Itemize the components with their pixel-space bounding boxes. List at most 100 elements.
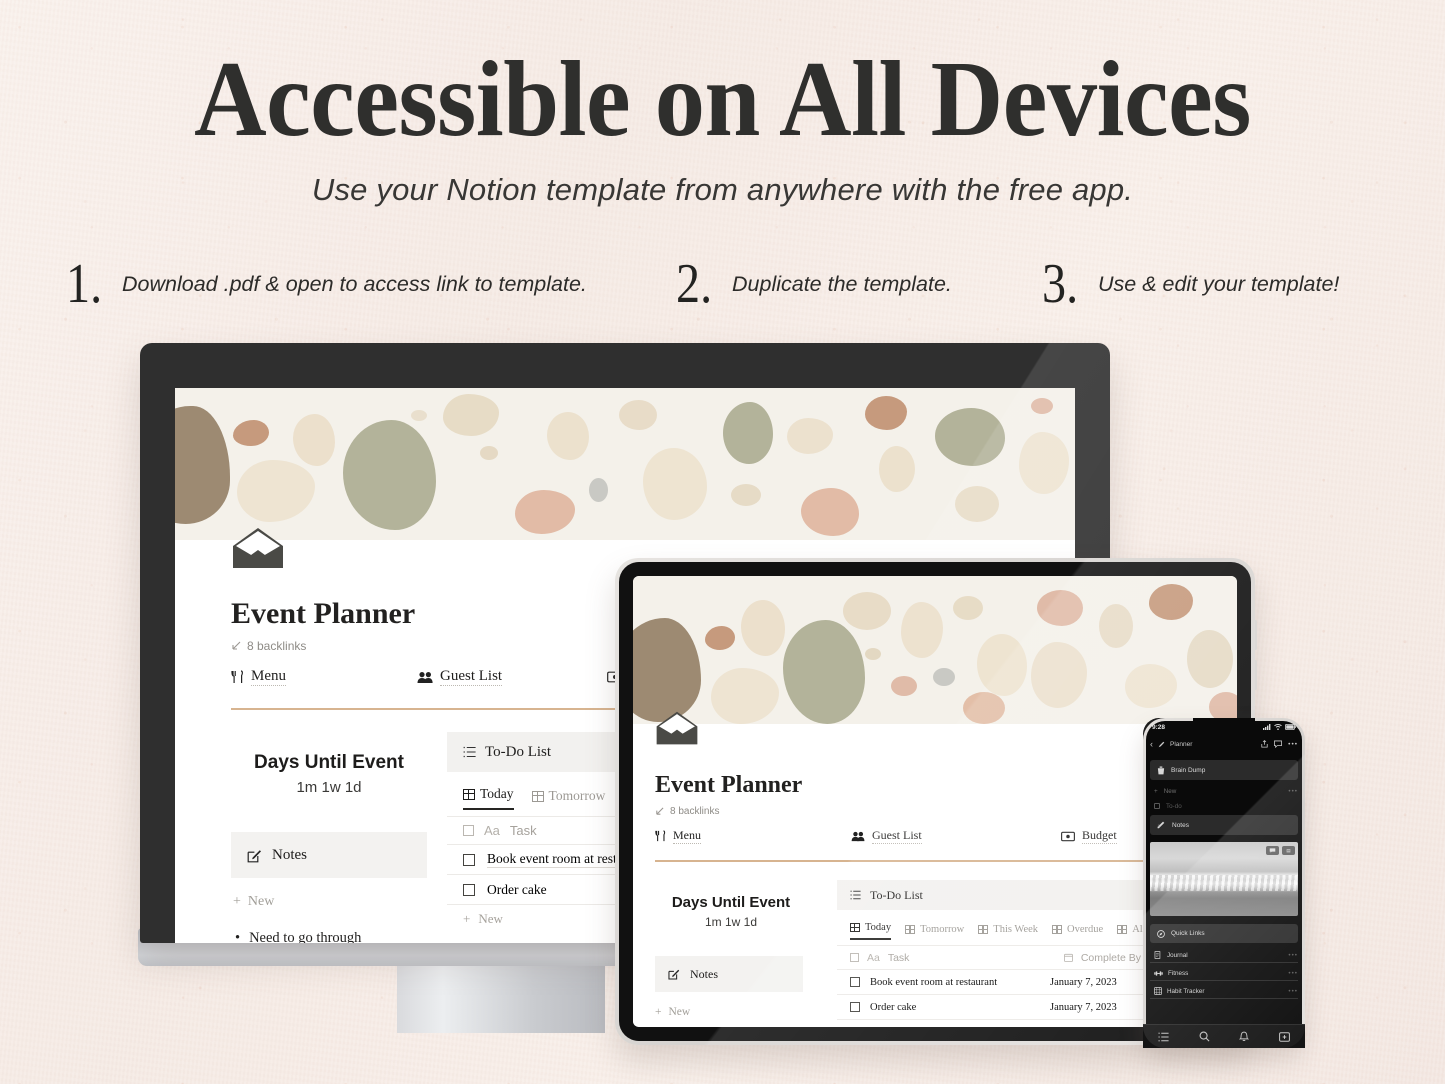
pencil-note-icon <box>1157 821 1165 829</box>
chevron-left-icon[interactable]: ‹ <box>1150 739 1153 749</box>
step-3-text: Use & edit your template! <box>1098 271 1340 296</box>
backlink-arrow-icon <box>232 641 241 650</box>
more-icon[interactable]: ••• <box>1288 970 1298 977</box>
phone-screen: 9:28 ‹ Planner ••• Brain Dump + New ••• … <box>1143 718 1305 1048</box>
compass-icon <box>1157 929 1165 938</box>
tablet-date-1: January 7, 2023 <box>1050 976 1117 988</box>
tablet-nav-guest-list[interactable]: Guest List <box>851 828 1061 844</box>
desktop-new-button[interactable]: + New <box>233 894 274 910</box>
grid-icon <box>978 925 989 934</box>
desktop-notes-label: Notes <box>272 846 307 863</box>
trash-icon <box>1157 766 1165 774</box>
tablet-todo-new-label: New <box>863 1026 883 1028</box>
phone-todo-row[interactable]: To-do <box>1150 800 1298 812</box>
ocean-waves-photo[interactable]: ▤ <box>1150 842 1298 916</box>
tablet-task-2: Order cake <box>870 1001 917 1013</box>
desktop-column-task: Task <box>509 823 537 838</box>
tablet-tab-tomorrow-label: Tomorrow <box>920 924 965 935</box>
phone-link-habit-tracker[interactable]: Habit Tracker ••• <box>1150 984 1298 999</box>
tablet-days-value: 1m 1w 1d <box>704 915 758 929</box>
cutlery-icon <box>655 830 666 842</box>
grid-icon <box>1117 925 1128 934</box>
comment-icon[interactable] <box>1274 740 1283 748</box>
desktop-tab-today[interactable]: Today <box>463 786 514 810</box>
checkbox-icon[interactable] <box>1154 803 1160 809</box>
plus-icon: + <box>233 894 241 909</box>
tablet-tab-all[interactable]: All <box>1117 924 1146 940</box>
search-icon[interactable] <box>1199 1031 1210 1042</box>
tablet-nav-guest-list-label: Guest List <box>872 828 922 844</box>
step-2-number: 2. <box>676 253 713 315</box>
people-icon <box>417 671 433 683</box>
phone-block-brain-dump[interactable]: Brain Dump <box>1150 760 1298 780</box>
grid-icon <box>1052 925 1063 934</box>
row-checkbox[interactable] <box>850 1002 860 1012</box>
phone-block-notes[interactable]: Notes <box>1150 815 1298 835</box>
phone-quick-links-label: Quick Links <box>1171 930 1205 937</box>
desktop-notes-block[interactable]: Notes <box>231 832 427 878</box>
budget-icon <box>1061 831 1075 841</box>
list-icon <box>463 746 476 758</box>
tablet-notes-label: Notes <box>690 966 718 981</box>
desktop-nav-guest-list[interactable]: Guest List <box>417 668 607 686</box>
photo-comment-button[interactable] <box>1266 846 1279 855</box>
plus-icon: + <box>655 1006 662 1018</box>
tablet-nav-menu-label: Menu <box>673 828 701 844</box>
phone-link-fitness[interactable]: Fitness ••• <box>1150 966 1298 981</box>
tablet-backlinks: 8 backlinks <box>655 806 719 817</box>
battery-icon <box>1285 724 1296 730</box>
phone-journal-label: Journal <box>1167 951 1188 959</box>
share-icon[interactable] <box>1261 740 1268 748</box>
step-1-number: 1. <box>66 253 103 315</box>
tablet-tab-today[interactable]: Today <box>850 922 892 940</box>
tablet-new-button[interactable]: + New <box>655 1006 690 1018</box>
desktop-backlinks: 8 backlinks <box>231 639 306 653</box>
bell-icon[interactable] <box>1239 1031 1250 1042</box>
tablet-volume-button[interactable] <box>1254 620 1257 650</box>
phone-new-row-1[interactable]: + New ••• <box>1150 785 1298 797</box>
backlink-arrow-icon <box>656 807 664 815</box>
tablet-tab-this-week[interactable]: This Week <box>978 924 1038 940</box>
tablet-notes-block[interactable]: Notes <box>655 956 803 992</box>
step-2-text: Duplicate the template. <box>732 271 952 296</box>
phone-todo-label: To-do <box>1166 802 1182 810</box>
more-icon[interactable]: ••• <box>1288 988 1298 995</box>
comment-icon <box>1269 848 1276 853</box>
new-page-icon[interactable] <box>1279 1031 1291 1042</box>
phone-new-label-1: New <box>1163 787 1177 795</box>
phone-fitness-label: Fitness <box>1168 969 1189 977</box>
grid-icon <box>905 925 916 934</box>
status-time: 9:28 <box>1152 723 1166 731</box>
phone-block-quick-links[interactable]: Quick Links <box>1150 924 1298 943</box>
desktop-nav-menu[interactable]: Menu <box>231 668 417 686</box>
row-checkbox[interactable] <box>850 977 860 987</box>
photo-count-button[interactable]: ▤ <box>1282 846 1295 855</box>
list-icon[interactable] <box>1158 1032 1169 1041</box>
cutlery-icon <box>231 670 243 683</box>
pencil-square-icon <box>247 849 261 862</box>
signal-icon <box>1263 724 1271 730</box>
tablet-nav-budget-label: Budget <box>1082 828 1117 844</box>
grid-icon <box>463 788 475 800</box>
tablet-nav-menu[interactable]: Menu <box>655 828 851 844</box>
phone-habit-tracker-label: Habit Tracker <box>1167 987 1205 995</box>
tablet-power-button[interactable] <box>1254 660 1257 690</box>
more-icon[interactable]: ••• <box>1288 788 1298 795</box>
row-checkbox[interactable] <box>463 883 475 896</box>
more-icon[interactable]: ••• <box>1288 952 1298 959</box>
page-count-icon: ▤ <box>1286 847 1291 853</box>
more-icon[interactable]: ••• <box>1288 741 1298 748</box>
tablet-tab-overdue[interactable]: Overdue <box>1052 924 1103 940</box>
desktop-tab-tomorrow[interactable]: Tomorrow <box>531 788 605 810</box>
phone-link-journal[interactable]: Journal ••• <box>1150 948 1298 963</box>
desktop-tab-today-label: Today <box>480 786 514 801</box>
row-checkbox[interactable] <box>463 853 475 866</box>
phone-device: 9:28 ‹ Planner ••• Brain Dump + New ••• … <box>1143 718 1305 1048</box>
plus-icon: + <box>850 1026 856 1028</box>
phone-notes-label: Notes <box>1172 821 1189 829</box>
step-2: 2. Duplicate the template. <box>676 256 952 312</box>
tablet-nav-budget[interactable]: Budget <box>1061 828 1117 844</box>
tablet-tab-tomorrow[interactable]: Tomorrow <box>905 924 964 940</box>
step-3-number: 3. <box>1042 253 1079 315</box>
desktop-todo-title: To-Do List <box>485 743 552 760</box>
